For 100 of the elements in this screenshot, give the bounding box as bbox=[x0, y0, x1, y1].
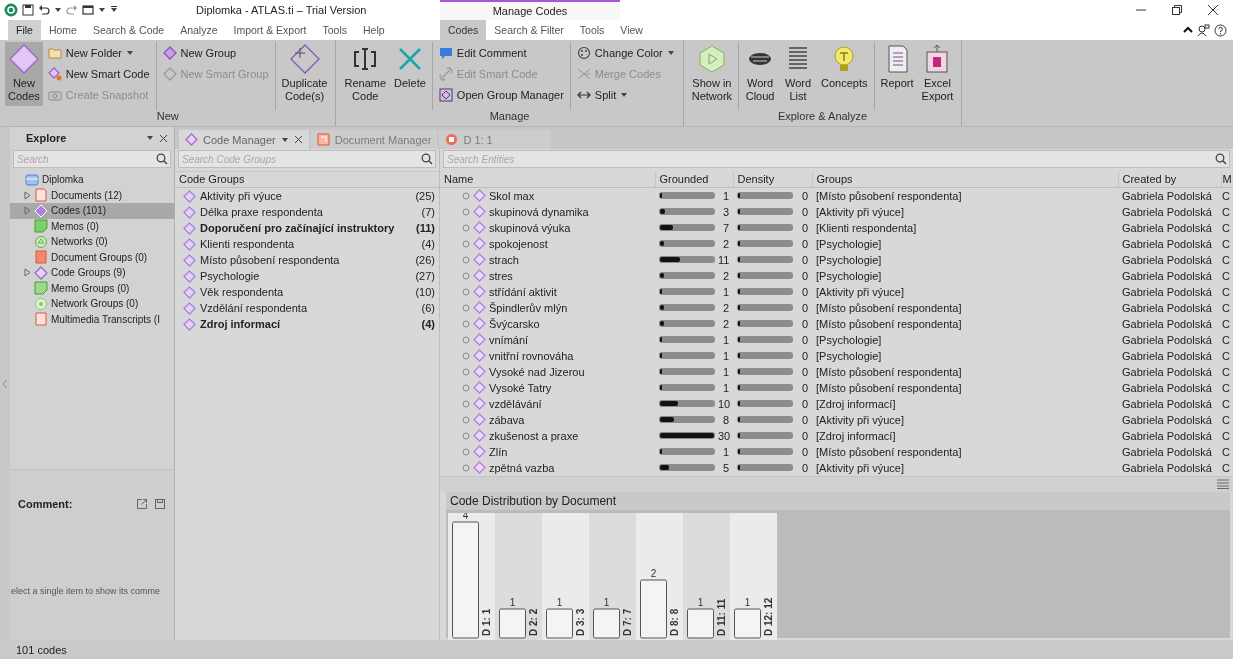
code-name[interactable]: vzdělávání bbox=[489, 397, 542, 410]
document-tab[interactable]: Code Manager bbox=[179, 130, 309, 149]
ribbon-tab[interactable]: Home bbox=[40, 20, 85, 40]
column-header[interactable]: Name bbox=[440, 171, 655, 187]
redo-icon[interactable] bbox=[66, 4, 78, 16]
column-header[interactable]: Density bbox=[733, 171, 812, 187]
ribbon-button[interactable]: New Folder bbox=[44, 42, 153, 63]
search-field[interactable]: Search Entities bbox=[443, 150, 1230, 168]
ribbon-tab[interactable]: Search & Code bbox=[84, 20, 173, 40]
expand-arrow-icon[interactable] bbox=[24, 268, 31, 278]
ribbon-button[interactable]: Duplicate Code(s) bbox=[278, 42, 331, 106]
ribbon-button[interactable]: Edit Comment bbox=[435, 42, 567, 63]
ribbon-tab[interactable]: Help bbox=[355, 20, 393, 40]
tree-item[interactable]: Memos (0) bbox=[10, 218, 174, 234]
caret-icon[interactable] bbox=[54, 6, 62, 14]
code-name[interactable]: zpětná vazba bbox=[489, 461, 555, 474]
ribbon-button[interactable]: Split bbox=[573, 84, 678, 105]
close-icon[interactable] bbox=[293, 135, 303, 144]
tree-item[interactable]: Code Groups (9) bbox=[10, 265, 174, 281]
code-name[interactable]: zábava bbox=[489, 413, 525, 426]
ribbon-button[interactable]: Word Cloud bbox=[742, 42, 779, 106]
ribbon-tab[interactable]: Import & Export bbox=[225, 20, 315, 40]
ribbon-button[interactable]: Delete bbox=[391, 42, 429, 106]
list-item[interactable]: Věk respondenta (10) bbox=[175, 284, 439, 300]
code-name[interactable]: skupinová dynamika bbox=[489, 205, 589, 218]
tree-item[interactable]: Networks (0) bbox=[10, 234, 174, 250]
code-name[interactable]: Vysoké Tatry bbox=[489, 381, 552, 394]
diamond-plus-icon bbox=[289, 44, 320, 74]
ribbon-button[interactable]: Concepts bbox=[818, 42, 871, 106]
person-icon[interactable] bbox=[1197, 23, 1210, 37]
window-icon[interactable] bbox=[82, 4, 94, 16]
restore-icon[interactable] bbox=[1171, 4, 1183, 16]
ribbon-button[interactable]: Change Color bbox=[573, 42, 678, 63]
close-icon[interactable] bbox=[1207, 4, 1219, 16]
column-header[interactable]: M bbox=[1221, 171, 1233, 187]
tree-item[interactable]: Document Groups (0) bbox=[10, 249, 174, 265]
menu-icon[interactable] bbox=[1217, 479, 1229, 490]
caret-icon[interactable] bbox=[280, 135, 289, 144]
column-header[interactable]: Groups bbox=[812, 171, 1118, 187]
circle-icon bbox=[462, 207, 470, 216]
list-item[interactable]: Psychologie (27) bbox=[175, 268, 439, 284]
ribbon-button[interactable]: New Smart Code bbox=[44, 63, 153, 84]
ribbon-tab[interactable]: File bbox=[8, 20, 41, 40]
ribbon-button[interactable]: Excel Export bbox=[918, 42, 957, 106]
ribbon-button[interactable]: Show in Network bbox=[688, 42, 736, 106]
help-icon[interactable] bbox=[1214, 23, 1227, 37]
ribbon-tab[interactable]: Tools bbox=[314, 20, 355, 40]
search-icon[interactable] bbox=[421, 153, 433, 165]
ribbon-button[interactable]: Report bbox=[877, 42, 917, 106]
list-item[interactable]: Vzdělání respondenta (6) bbox=[175, 300, 439, 316]
ribbon-tab[interactable]: Search & Filter bbox=[486, 20, 572, 40]
code-name[interactable]: Špindlerův mlýn bbox=[489, 301, 568, 314]
code-name[interactable]: Švýcarsko bbox=[489, 317, 540, 330]
undo-icon[interactable] bbox=[38, 4, 50, 16]
search-field[interactable]: Search Code Groups bbox=[178, 150, 436, 168]
list-item[interactable]: Aktivity při výuce (25) bbox=[175, 188, 439, 204]
code-name[interactable]: spokojenost bbox=[489, 237, 548, 250]
save-icon[interactable] bbox=[22, 4, 34, 16]
ribbon-tab[interactable]: View bbox=[612, 20, 651, 40]
tree-item[interactable]: Memo Groups (0) bbox=[10, 280, 174, 296]
code-name[interactable]: zkušenost a praxe bbox=[489, 429, 579, 442]
ribbon-button[interactable]: Word List bbox=[780, 42, 817, 106]
code-name[interactable]: strach bbox=[489, 253, 519, 266]
tree-item[interactable]: Network Groups (0) bbox=[10, 296, 174, 312]
close-icon[interactable] bbox=[159, 133, 168, 143]
column-header[interactable]: Grounded bbox=[655, 171, 733, 187]
search-icon[interactable] bbox=[156, 153, 168, 165]
ribbon-tab[interactable]: Codes bbox=[440, 20, 487, 40]
network-icon bbox=[34, 234, 48, 249]
column-header[interactable]: Created by bbox=[1118, 171, 1221, 187]
caret-icon[interactable] bbox=[146, 134, 154, 142]
list-item[interactable]: Klienti respondenta (4) bbox=[175, 236, 439, 252]
ribbon-button[interactable]: New Group bbox=[159, 42, 272, 63]
ribbon-tab[interactable]: Analyze bbox=[172, 20, 226, 40]
search-field[interactable]: Search bbox=[13, 150, 171, 168]
list-item[interactable]: Délka praxe respondenta (7) bbox=[175, 204, 439, 220]
code-name[interactable]: Skol max bbox=[489, 189, 535, 202]
code-name[interactable]: vnímání bbox=[489, 333, 529, 346]
tree-item[interactable]: Codes (101) bbox=[10, 203, 174, 219]
tree-item[interactable]: Multimedia Transcripts (I bbox=[10, 311, 174, 327]
ribbon-tab[interactable]: Tools bbox=[571, 20, 613, 40]
ribbon-button[interactable]: Rename Code bbox=[341, 42, 390, 106]
list-item[interactable]: Místo působení respondenta (26) bbox=[175, 252, 439, 268]
code-name[interactable]: Zlín bbox=[489, 445, 508, 458]
code-name[interactable]: střídání aktivit bbox=[489, 285, 557, 298]
code-name[interactable]: stres bbox=[489, 269, 513, 282]
caret-icon[interactable] bbox=[98, 6, 106, 14]
ribbon-button[interactable]: New Codes bbox=[5, 42, 43, 106]
search-icon[interactable] bbox=[1215, 153, 1227, 165]
code-name[interactable]: skupinová výuka bbox=[489, 221, 571, 234]
list-item[interactable]: Doporučení pro začínající instruktory (11) bbox=[175, 220, 439, 236]
code-name[interactable]: vnitřní rovnováha bbox=[489, 349, 574, 362]
open-external-icon[interactable] bbox=[136, 498, 148, 510]
code-name[interactable]: Vysoké nad Jizerou bbox=[489, 365, 585, 378]
chevron-up-icon[interactable] bbox=[1183, 25, 1193, 35]
list-item[interactable]: Zdroj informací (4) bbox=[175, 316, 439, 332]
customize-caret-icon[interactable] bbox=[110, 6, 118, 14]
tree-item[interactable]: Diplomka bbox=[10, 172, 174, 188]
ribbon-button[interactable]: Open Group Manager bbox=[435, 84, 567, 105]
tree-item[interactable]: Documents (12) bbox=[10, 187, 174, 203]
